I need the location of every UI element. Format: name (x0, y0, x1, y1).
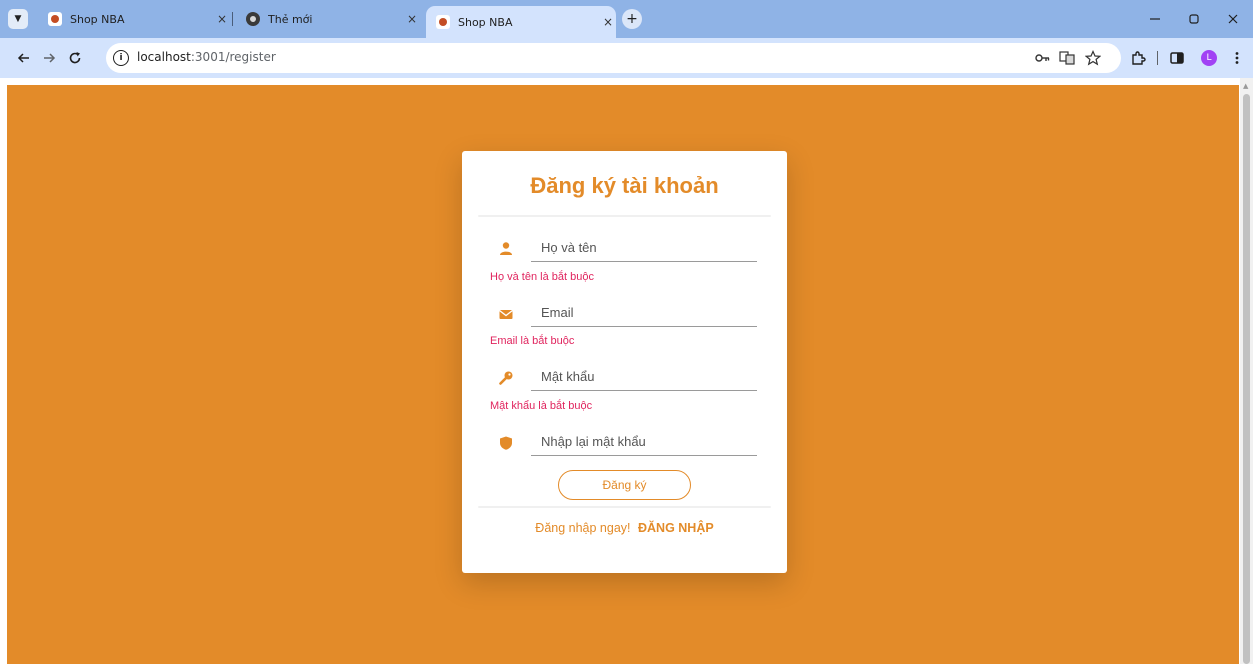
tab-search-button[interactable]: ▼ (8, 9, 28, 29)
tab-shop-nba-1[interactable]: Shop NBA × (40, 0, 230, 38)
nba-favicon-icon (436, 15, 450, 29)
title-divider (478, 215, 771, 217)
address-bar[interactable]: i localhost:3001/register (106, 43, 1121, 73)
extensions-button[interactable] (1128, 48, 1148, 68)
side-panel-icon (1170, 52, 1184, 64)
window-close-button[interactable] (1213, 0, 1253, 38)
reload-icon (69, 52, 81, 64)
key-icon (1035, 54, 1050, 62)
puzzle-icon (1132, 51, 1146, 65)
envelope-icon (498, 306, 514, 322)
fullname-field (490, 234, 757, 264)
password-input[interactable] (531, 363, 757, 391)
back-button[interactable] (14, 48, 34, 68)
chrome-favicon-icon (246, 12, 260, 26)
close-icon[interactable]: × (404, 11, 420, 27)
shield-icon (498, 435, 514, 451)
close-icon[interactable]: × (600, 14, 616, 30)
url-text[interactable]: localhost:3001/register (137, 50, 276, 64)
email-field (490, 299, 757, 329)
login-prompt-text: Đăng nhập ngay! (535, 521, 631, 535)
register-card: Đăng ký tài khoản Họ và tên là bắt buộc … (462, 151, 787, 573)
restore-icon (1189, 14, 1199, 24)
minimize-icon (1150, 18, 1160, 20)
email-input[interactable] (531, 299, 757, 327)
key-icon (498, 370, 514, 386)
register-button[interactable]: Đăng ký (558, 470, 691, 500)
toolbar-separator (1157, 51, 1158, 65)
restore-button[interactable] (1174, 0, 1214, 38)
translate-button[interactable] (1059, 50, 1075, 66)
tab-shop-nba-active[interactable]: Shop NBA × (426, 6, 616, 38)
translate-icon (1059, 51, 1075, 65)
page-title: Đăng ký tài khoản (530, 173, 719, 198)
user-icon (498, 241, 514, 257)
menu-button[interactable] (1227, 48, 1247, 68)
scrollbar-thumb[interactable] (1243, 94, 1250, 664)
bookmark-button[interactable] (1085, 50, 1101, 66)
footer-divider (478, 506, 771, 508)
vertical-scrollbar[interactable]: ▲ (1240, 78, 1253, 664)
fullname-error: Họ và tên là bắt buộc (490, 271, 594, 283)
arrow-left-icon (17, 53, 29, 63)
forward-button[interactable] (39, 48, 59, 68)
chevron-down-icon: ▼ (14, 14, 22, 24)
confirm-password-field (490, 428, 757, 458)
close-icon[interactable]: × (214, 11, 230, 27)
reload-button[interactable] (65, 48, 85, 68)
login-link[interactable]: ĐĂNG NHẬP (638, 521, 714, 535)
password-key-button[interactable] (1034, 50, 1050, 66)
nba-favicon-icon (48, 12, 62, 26)
minimize-button[interactable] (1135, 0, 1175, 38)
login-prompt-row: Đăng nhập ngay! ĐĂNG NHẬP (462, 521, 787, 535)
arrow-right-icon (44, 53, 56, 63)
tab-strip: ▼ Shop NBA × Thẻ mới × Shop NBA × + (0, 0, 1253, 38)
page-top-edge (0, 78, 1253, 85)
email-error: Email là bắt buộc (490, 335, 575, 347)
browser-toolbar: i localhost:3001/register L (0, 38, 1253, 78)
scroll-up-icon[interactable]: ▲ (1243, 82, 1248, 90)
password-error: Mật khẩu là bắt buộc (490, 400, 593, 412)
tab-title: Thẻ mới (268, 12, 313, 26)
confirm-password-input[interactable] (531, 428, 757, 456)
side-panel-button[interactable] (1167, 48, 1187, 68)
fullname-input[interactable] (531, 234, 757, 262)
info-icon[interactable]: i (113, 50, 129, 66)
new-tab-button[interactable]: + (622, 9, 642, 29)
close-icon (1228, 14, 1238, 24)
tab-new-tab[interactable]: Thẻ mới × (238, 0, 420, 38)
password-field (490, 363, 757, 393)
star-icon (1085, 50, 1101, 66)
url-host: localhost (137, 50, 191, 64)
tab-separator (232, 12, 233, 26)
kebab-menu-icon (1235, 52, 1239, 64)
tab-title: Shop NBA (458, 15, 513, 29)
tab-title: Shop NBA (70, 12, 125, 26)
profile-avatar[interactable]: L (1201, 50, 1217, 66)
url-path: :3001/register (190, 50, 276, 64)
plus-icon: + (626, 11, 638, 27)
